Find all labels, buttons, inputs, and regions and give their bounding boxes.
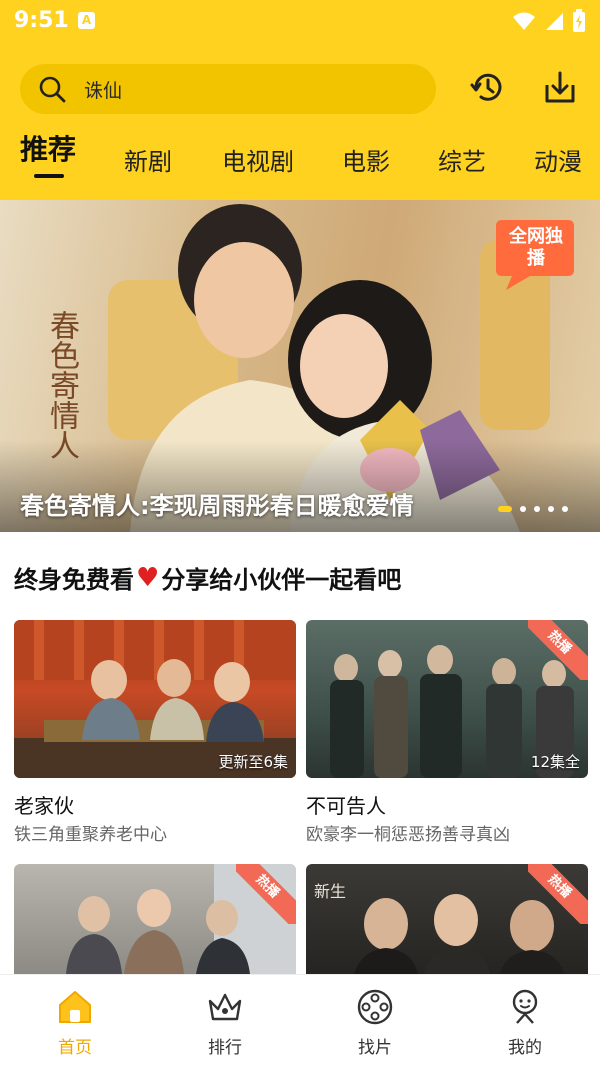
nav-label: 排行 [208,1038,242,1058]
hot-badge: 热播 [528,620,588,680]
exclusive-badge: 全网独播 [492,216,576,292]
video-title: 不可告人 [306,794,386,818]
search-input[interactable]: 诛仙 [20,64,436,114]
carousel-dot[interactable] [498,506,512,512]
carousel-dot[interactable] [548,506,554,512]
video-description: 铁三角重聚养老中心 [14,825,167,845]
download-button[interactable] [540,68,580,108]
status-icons [512,8,586,34]
video-thumbnail: 热播 12集全 [306,620,588,778]
crown-icon [208,993,242,1021]
carousel-dot[interactable] [520,506,526,512]
video-description: 欧豪李一桐惩恶扬善寻真凶 [306,825,510,845]
exclusive-badge-label: 全网独播 [509,226,563,269]
tab-recommend[interactable]: 推荐 [20,128,76,168]
nav-home[interactable]: 首页 [0,975,150,1066]
promo-text-free: 终身免费看 [14,566,134,594]
download-icon [545,71,575,103]
history-icon [470,73,502,101]
app-header: 9:51 A 诛仙 推荐 新剧 电视剧 电影 综艺 动漫 [0,0,600,200]
notification-badge: A [78,12,95,29]
share-promo[interactable]: 终身免费看 ♥ 分享给小伙伴一起看吧 [14,560,401,595]
hot-badge-label: 热播 [528,864,588,924]
tab-movie[interactable]: 电影 [342,142,390,177]
poster-title: 新生 [314,882,347,901]
active-tab-indicator [34,174,64,178]
episode-label: 12集全 [530,753,580,771]
nav-label: 首页 [58,1038,92,1058]
category-tabs: 推荐 新剧 电视剧 电影 综艺 动漫 [0,130,600,190]
hot-badge: 热播 [528,864,588,924]
tab-tv-series[interactable]: 电视剧 [222,142,294,177]
home-icon [59,991,91,1023]
promo-text-share: 分享给小伙伴一起看吧 [161,566,402,594]
battery-icon [573,9,585,32]
video-title: 老家伙 [14,794,74,818]
status-time: 9:51 [14,8,69,33]
signal-icon [546,13,563,30]
video-thumbnail: 新生 热播 [306,864,588,974]
carousel-dot[interactable] [534,506,540,512]
carousel-dot[interactable] [562,506,568,512]
bottom-navigation: 首页 排行 找片 我的 [0,974,600,1066]
heart-icon: ♥ [136,562,160,593]
hot-badge-label: 热播 [528,620,588,680]
history-button[interactable] [468,68,508,108]
nav-profile[interactable]: 我的 [450,975,600,1066]
profile-icon [512,989,538,1024]
nav-label: 找片 [358,1038,392,1058]
poster-title-calligraphy: 春色寄情人 [44,310,79,460]
status-bar: 9:51 A [0,0,600,44]
wifi-icon [513,12,535,30]
tab-anime[interactable]: 动漫 [534,142,582,177]
carousel-indicator [498,506,568,512]
search-icon [39,76,66,103]
nav-discover[interactable]: 找片 [300,975,450,1066]
nav-label: 我的 [508,1038,542,1058]
video-thumbnail: 更新至6集 [14,620,296,778]
hot-badge-label: 热播 [236,864,296,924]
banner-caption: 春色寄情人:李现周雨彤春日暖愈爱情 [20,492,414,520]
episode-label: 更新至6集 [218,753,288,771]
tab-variety[interactable]: 综艺 [438,142,486,177]
nav-ranking[interactable]: 排行 [150,975,300,1066]
film-reel-icon [357,989,393,1025]
tab-new-drama[interactable]: 新剧 [124,142,172,177]
video-thumbnail: 热播 [14,864,296,974]
search-query: 诛仙 [84,79,123,102]
hot-badge: 热播 [236,864,296,924]
